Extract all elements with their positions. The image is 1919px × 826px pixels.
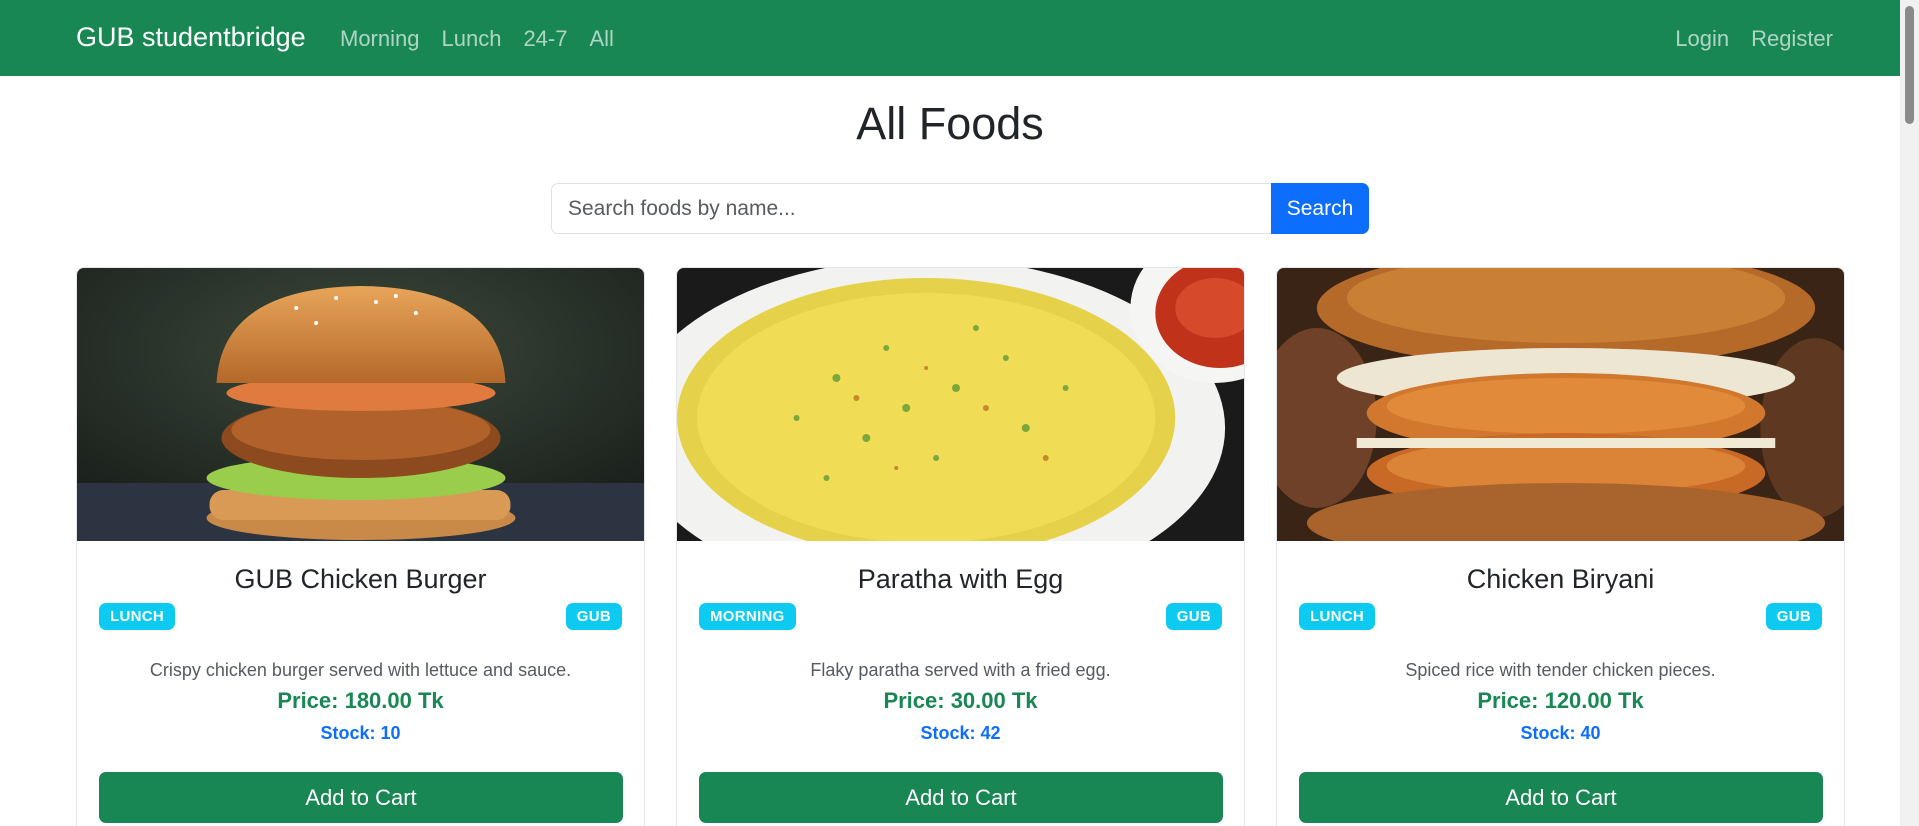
food-name: Paratha with Egg [857,564,1064,594]
chicken-sandwich-photo [1277,268,1844,541]
paratha-photo [677,268,1244,541]
nav-links: Morning Lunch 24-7 All [340,26,614,52]
search-form: Search [551,183,1369,234]
tag-badge: GUB [1165,603,1222,630]
food-card: Paratha with Egg MORNING GUB Flaky parat… [676,267,1245,826]
navbar: GUB studentbridge Morning Lunch 24-7 All… [0,0,1900,76]
food-card: Chicken Biryani LUNCH GUB Spiced rice wi… [1276,267,1845,826]
nav-link-morning[interactable]: Morning [340,26,419,52]
food-price: Price: 30.00 Tk [883,688,1038,713]
food-price: Price: 180.00 Tk [277,688,444,713]
food-stock: Stock: 10 [320,723,401,743]
tag-badge: GUB [1765,603,1822,630]
add-to-cart-button[interactable]: Add to Cart [1299,772,1823,823]
food-description: Flaky paratha served with a fried egg. [810,660,1111,680]
food-description: Spiced rice with tender chicken pieces. [1405,660,1716,680]
food-name: Chicken Biryani [1466,564,1655,594]
register-link[interactable]: Register [1751,26,1833,52]
tag-badge: GUB [565,603,622,630]
nav-auth-links: Login Register [1675,26,1833,52]
nav-link-24-7[interactable]: 24-7 [523,26,567,52]
food-description: Crispy chicken burger served with lettuc… [149,660,572,680]
search-input[interactable] [551,183,1271,234]
food-stock: Stock: 42 [920,723,1001,743]
brand-link[interactable]: GUB studentbridge [76,22,306,53]
category-badge: MORNING [699,603,796,630]
page-scrollbar[interactable] [1900,0,1919,826]
nav-link-lunch[interactable]: Lunch [441,26,501,52]
burger-photo [77,268,644,541]
login-link[interactable]: Login [1675,26,1729,52]
scrollbar-thumb[interactable] [1905,6,1914,124]
food-stock: Stock: 40 [1520,723,1601,743]
add-to-cart-button[interactable]: Add to Cart [99,772,623,823]
food-card: GUB Chicken Burger LUNCH GUB Crispy chic… [76,267,645,826]
category-badge: LUNCH [1299,603,1375,630]
category-badge: LUNCH [99,603,175,630]
add-to-cart-button[interactable]: Add to Cart [699,772,1223,823]
search-button[interactable]: Search [1271,183,1369,234]
food-price: Price: 120.00 Tk [1477,688,1644,713]
nav-link-all[interactable]: All [589,26,613,52]
food-name: GUB Chicken Burger [234,564,487,594]
page-title: All Foods [856,98,1044,149]
